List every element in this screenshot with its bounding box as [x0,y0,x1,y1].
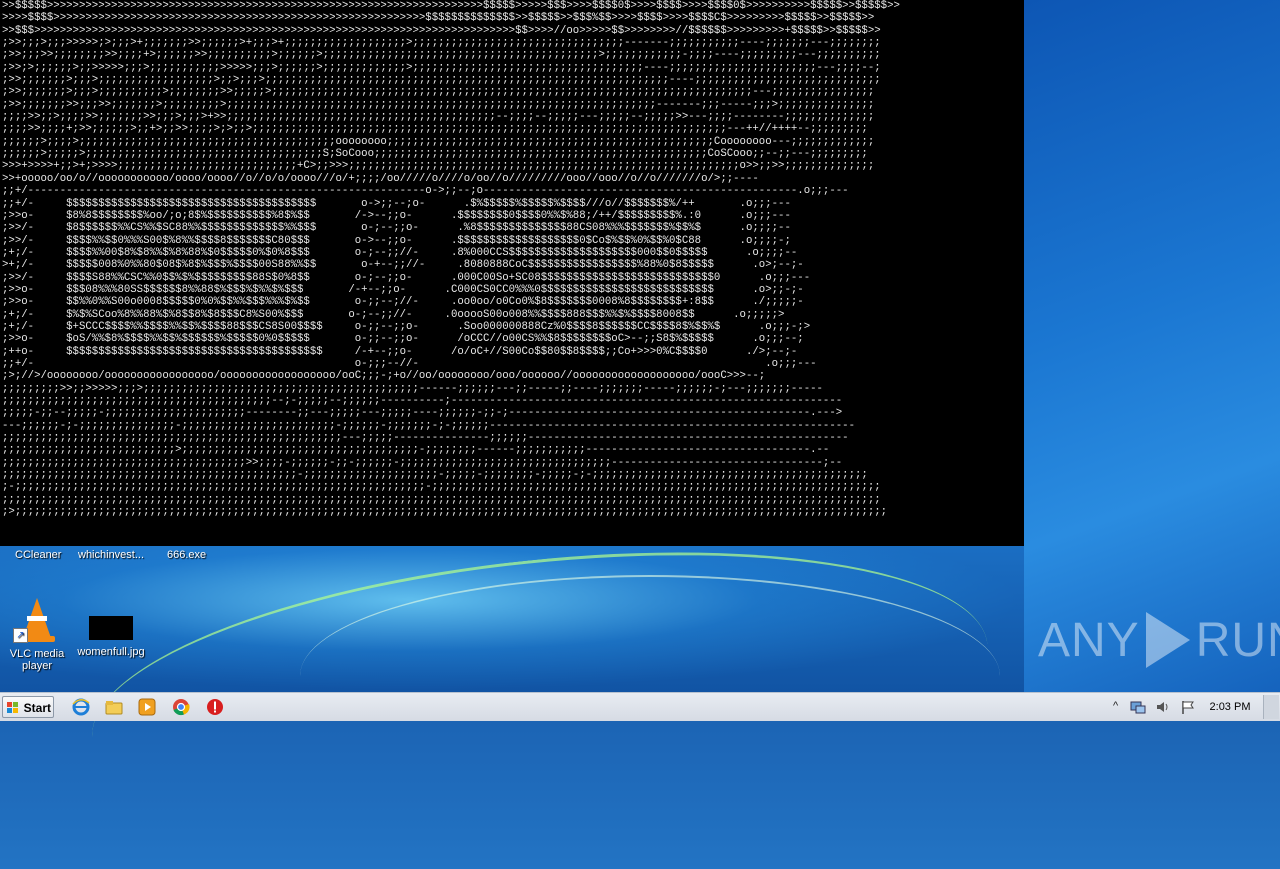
anyrun-watermark: ANY RUN [1038,610,1280,670]
start-label: Start [23,701,51,715]
start-button[interactable]: Start [2,696,54,718]
vlc-label-line2: player [22,660,52,672]
image-thumbnail-icon [87,608,135,642]
console-window[interactable]: >>$$$$$>>>>>>>>>>>>>>>>>>>>>>>>>>>>>>>>>… [0,0,1024,546]
vlc-label-line1: VLC media [9,648,65,660]
desktop-label-ccleaner[interactable]: CCleaner [15,549,61,561]
chrome-icon[interactable] [172,698,190,716]
taskbar-clock[interactable]: 2:03 PM [1200,701,1260,713]
action-center-flag-icon[interactable] [1180,699,1196,715]
vlc-cone-icon: ↗ [13,596,61,644]
media-player-icon[interactable] [138,698,156,716]
network-icon[interactable] [1130,699,1146,715]
desktop-icon-vlc[interactable]: ↗ VLC media player [1,596,73,672]
desktop-label-whichinvest[interactable]: whichinvest... [78,549,144,561]
desktop-label-666exe[interactable]: 666.exe [167,549,206,561]
shortcut-arrow-icon: ↗ [13,628,28,643]
taskbar: Start ^ 2:03 PM [0,692,1280,721]
volume-icon[interactable] [1155,699,1171,715]
watermark-run: RUN [1195,613,1280,667]
watermark-any: ANY [1038,613,1140,667]
wallpaper-swoosh-2 [300,575,1000,777]
desktop-icon-womenfull[interactable]: womenfull.jpg [75,608,147,658]
console-output: >>$$$$$>>>>>>>>>>>>>>>>>>>>>>>>>>>>>>>>>… [2,0,900,519]
windows-logo-icon [7,702,19,714]
play-icon [1145,612,1190,668]
tray-chevron-icon[interactable]: ^ [1113,700,1118,712]
stop-icon[interactable] [206,698,224,716]
wallpaper-right [1024,0,1280,692]
show-desktop-button[interactable] [1263,695,1279,719]
womenfull-label: womenfull.jpg [77,646,145,658]
explorer-folder-icon[interactable] [105,698,123,716]
internet-explorer-icon[interactable] [72,698,90,716]
